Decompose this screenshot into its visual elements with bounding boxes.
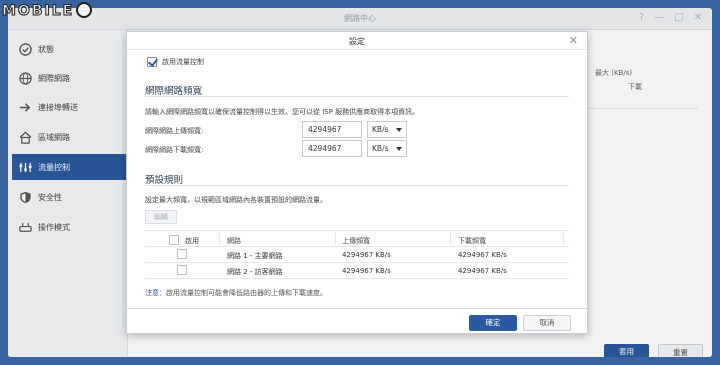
close-icon[interactable]: ✕ xyxy=(569,34,578,47)
upload-unit-select[interactable]: KB/s xyxy=(367,121,407,138)
bandwidth-section-title: 網際網路頻寬 xyxy=(145,86,203,97)
row-download: 4294967 KB/s xyxy=(458,267,507,275)
section-divider xyxy=(145,96,569,97)
download-bandwidth-label: 網際網路下載頻寬: xyxy=(145,146,204,154)
upload-bandwidth-input[interactable]: 4294967 xyxy=(302,121,362,138)
enable-checkbox[interactable] xyxy=(147,57,157,67)
col-separator xyxy=(335,233,336,245)
note-key: 注意： xyxy=(145,289,166,297)
section-divider xyxy=(145,185,569,186)
col-header-enable: 啟用 xyxy=(185,237,199,245)
row-download: 4294967 KB/s xyxy=(458,251,507,259)
edit-button[interactable]: 編輯 xyxy=(145,210,177,224)
col-header-network: 網路 xyxy=(227,237,241,245)
dialog-title: 設定 xyxy=(349,37,365,46)
table-row[interactable]: 網路 2 - 訪客網路 4294967 KB/s 4294967 KB/s xyxy=(145,263,569,278)
bandwidth-description: 請輸入網際網路頻寬以確保流量控制得以生效。您可以從 ISP 服務供應商取得本項資… xyxy=(145,108,420,116)
chevron-down-icon xyxy=(396,128,402,132)
col-separator xyxy=(450,233,451,245)
col-header-download: 下載頻寬 xyxy=(458,237,486,245)
rules-table: 啟用 網路 上傳頻寬 下載頻寬 網路 1 - 主要網路 4294967 KB/s… xyxy=(145,230,569,280)
col-header-upload: 上傳頻寬 xyxy=(342,237,370,245)
cancel-button[interactable]: 取消 xyxy=(523,315,571,331)
enable-traffic-control[interactable]: 啟用流量控制 xyxy=(147,57,204,67)
note-body: 啟用流量控制可能會降低路由器的上傳和下載速度。 xyxy=(166,289,327,297)
enable-label: 啟用流量控制 xyxy=(162,58,204,66)
col-separator xyxy=(563,233,564,245)
upload-bandwidth-label: 網際網路上傳頻寬: xyxy=(145,127,204,135)
row-network: 網路 2 - 訪客網路 xyxy=(227,268,283,276)
settings-dialog: 設定 ✕ 啟用流量控制 網際網路頻寬 請輸入網際網路頻寬以確保流量控制得以生效。… xyxy=(126,31,588,334)
dialog-header: 設定 ✕ xyxy=(127,32,587,50)
row-network: 網路 1 - 主要網路 xyxy=(227,252,283,260)
chevron-down-icon xyxy=(396,147,402,151)
note-text: 注意：啟用流量控制可能會降低路由器的上傳和下載速度。 xyxy=(145,288,327,298)
rules-description: 設定最大頻寬，以規範區域網路內各裝置預設的網路流量。 xyxy=(145,196,327,204)
col-separator xyxy=(219,233,220,245)
row-divider xyxy=(145,278,569,279)
ok-button[interactable]: 確定 xyxy=(469,315,517,331)
download-bandwidth-input[interactable]: 4294967 xyxy=(302,140,362,157)
row-enable-checkbox[interactable] xyxy=(177,265,187,275)
table-row[interactable]: 網路 1 - 主要網路 4294967 KB/s 4294967 KB/s xyxy=(145,247,569,262)
row-upload: 4294967 KB/s xyxy=(342,251,391,259)
download-unit-select[interactable]: KB/s xyxy=(367,140,407,157)
footer-divider xyxy=(127,308,587,309)
row-enable-checkbox[interactable] xyxy=(177,249,187,259)
row-upload: 4294967 KB/s xyxy=(342,267,391,275)
rules-section-title: 預設規則 xyxy=(145,175,184,186)
